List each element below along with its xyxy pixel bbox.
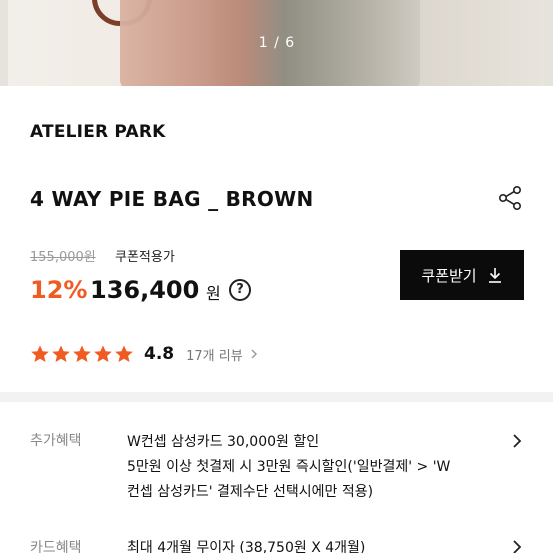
star-icon bbox=[115, 345, 133, 362]
chevron-right-icon[interactable] bbox=[511, 538, 523, 553]
benefit-line: 5만원 이상 첫결제 시 3만원 즉시할인('일반결제' > 'W bbox=[127, 459, 451, 475]
extra-benefit-text[interactable]: W컨셉 삼성카드 30,000원 할인 5만원 이상 첫결제 시 3만원 즉시할… bbox=[127, 430, 507, 505]
currency-unit: 원 bbox=[206, 284, 221, 303]
share-icon[interactable] bbox=[497, 185, 523, 211]
original-price: 155,000원 bbox=[30, 250, 96, 265]
benefit-line: W컨셉 삼성카드 30,000원 할인 bbox=[127, 434, 320, 450]
price-help-icon[interactable]: ? bbox=[229, 279, 251, 301]
discount-rate: 12% bbox=[30, 276, 88, 304]
review-count-link[interactable]: 17개 리뷰 bbox=[186, 345, 243, 364]
card-benefit-text[interactable]: 최대 4개월 무이자 (38,750원 X 4개월) bbox=[127, 537, 365, 553]
image-edge-right bbox=[545, 0, 553, 86]
rating-summary[interactable]: 4.8 17개 리뷰 bbox=[30, 344, 259, 364]
download-icon bbox=[488, 268, 501, 283]
sale-price: 136,400 bbox=[90, 276, 200, 304]
star-icon bbox=[31, 345, 49, 362]
section-divider bbox=[0, 392, 553, 402]
rating-score: 4.8 bbox=[144, 344, 175, 364]
image-edge-left bbox=[0, 0, 8, 86]
extra-benefit-label: 추가혜택 bbox=[30, 433, 82, 449]
chevron-right-icon[interactable] bbox=[511, 432, 523, 450]
rating-stars bbox=[30, 344, 134, 364]
product-title: 4 WAY PIE BAG _ BROWN bbox=[30, 187, 314, 211]
coupon-price-note: 쿠폰적용가 bbox=[115, 250, 175, 265]
star-icon bbox=[52, 345, 70, 362]
coupon-button-label: 쿠폰받기 bbox=[421, 266, 477, 285]
star-icon bbox=[73, 345, 91, 362]
card-benefit-label: 카드혜택 bbox=[30, 540, 82, 553]
chevron-right-icon bbox=[251, 349, 257, 359]
image-pager: 1 / 6 bbox=[258, 35, 296, 51]
star-icon bbox=[94, 345, 112, 362]
brand-name[interactable]: ATELIER PARK bbox=[30, 122, 166, 142]
coupon-download-button[interactable]: 쿠폰받기 bbox=[400, 250, 524, 300]
product-image-carousel[interactable]: 1 / 6 bbox=[0, 0, 553, 86]
benefit-line: 컨셉 삼성카드' 결제수단 선택시에만 적용) bbox=[127, 484, 374, 500]
